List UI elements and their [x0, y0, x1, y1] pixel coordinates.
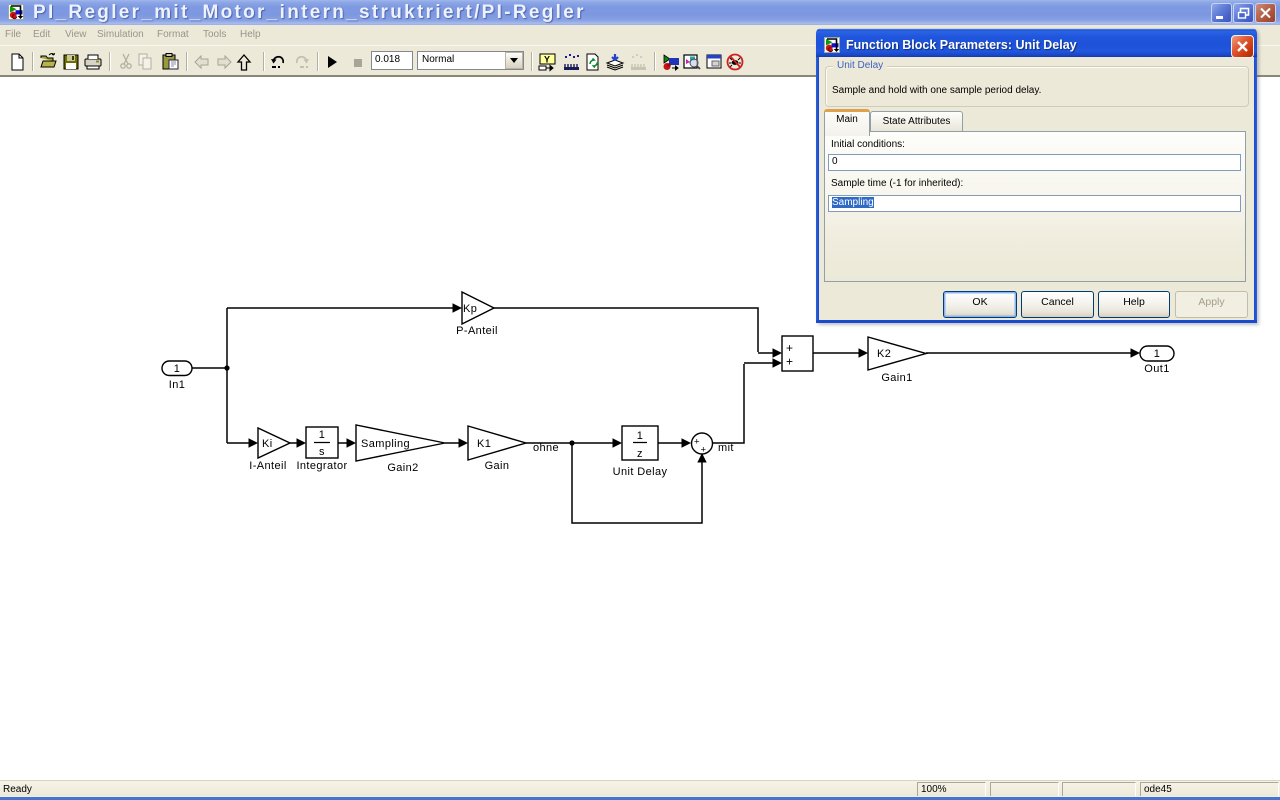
svg-text:I-Anteil: I-Anteil	[249, 460, 286, 472]
svg-text:z: z	[637, 448, 643, 460]
svg-text:Ki: Ki	[262, 438, 273, 450]
svg-text:In1: In1	[169, 379, 186, 391]
svg-text:1: 1	[174, 363, 181, 375]
svg-text:P-Anteil: P-Anteil	[456, 325, 498, 337]
svg-text:+: +	[701, 445, 707, 456]
svg-text:+: +	[786, 341, 793, 355]
svg-text:Integrator: Integrator	[296, 460, 347, 472]
svg-text:ohne: ohne	[533, 442, 559, 454]
svg-text:Sampling: Sampling	[361, 438, 410, 450]
svg-text:+: +	[786, 355, 793, 369]
svg-text:1: 1	[637, 430, 644, 442]
svg-text:1: 1	[1154, 348, 1161, 360]
svg-text:K2: K2	[877, 348, 891, 360]
svg-text:+: +	[694, 437, 700, 448]
svg-text:1: 1	[319, 429, 326, 441]
svg-text:Unit Delay: Unit Delay	[613, 466, 668, 478]
svg-text:mit: mit	[718, 442, 734, 454]
svg-text:Gain2: Gain2	[387, 462, 418, 474]
svg-text:Gain1: Gain1	[881, 372, 912, 384]
svg-text:Kp: Kp	[463, 303, 477, 315]
svg-text:Out1: Out1	[1144, 363, 1169, 375]
svg-text:K1: K1	[477, 438, 491, 450]
svg-text:s: s	[319, 446, 325, 458]
svg-text:Gain: Gain	[485, 460, 510, 472]
